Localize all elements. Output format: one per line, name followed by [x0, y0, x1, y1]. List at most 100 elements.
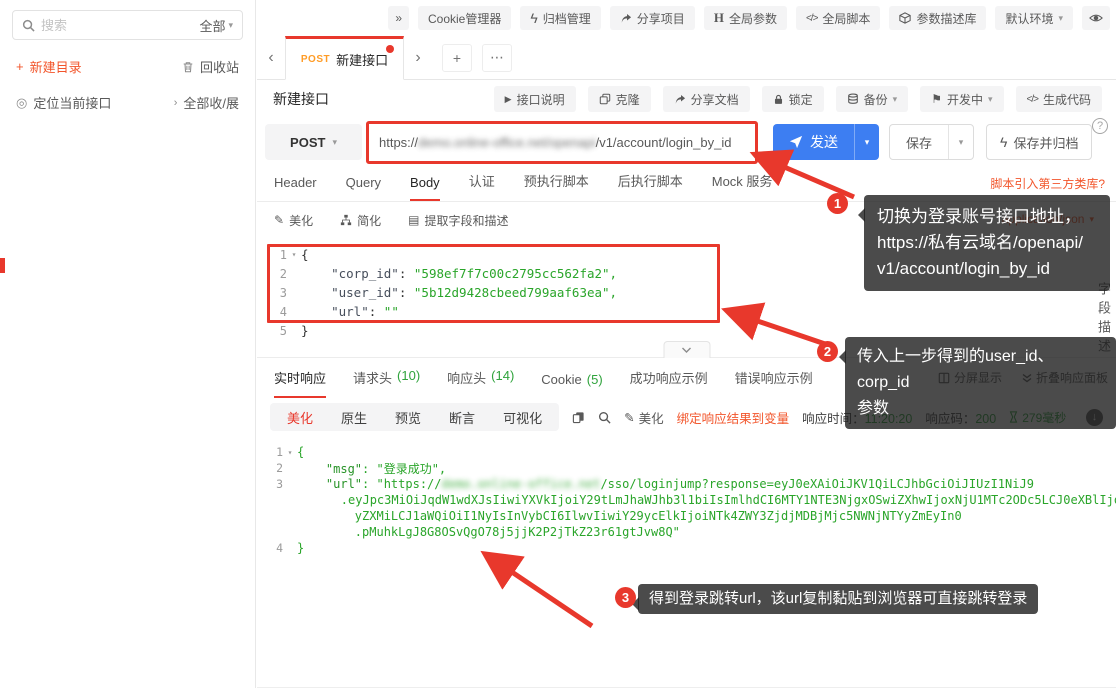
mode-beautify[interactable]: 美化 — [273, 408, 327, 427]
cookie-manager-button[interactable]: Cookie管理器 — [418, 6, 512, 30]
mode-assert[interactable]: 断言 — [435, 408, 489, 427]
tab-header[interactable]: Header — [274, 175, 317, 201]
simplify-button[interactable]: 简化 — [340, 212, 381, 229]
share-doc-button[interactable]: 分享文档 — [662, 86, 750, 112]
endpoint-title: 新建接口 — [273, 91, 329, 107]
default-env-dropdown[interactable]: 默认环境 ▾ — [995, 6, 1073, 30]
json-colon: : — [368, 304, 384, 319]
search-box[interactable]: 全部 ▾ — [12, 10, 243, 40]
mode-raw[interactable]: 原生 — [327, 408, 381, 427]
bind-response-to-variable-link[interactable]: 绑定响应结果到变量 — [677, 408, 790, 427]
chevron-right-icon: › — [173, 96, 178, 109]
global-script-label: 全局脚本 — [822, 11, 871, 26]
param-description-lib-button[interactable]: 参数描述库 — [889, 6, 987, 30]
tab-auth[interactable]: 认证 — [469, 171, 495, 201]
code-icon: </> — [1026, 93, 1040, 105]
search-input[interactable] — [41, 17, 194, 33]
chevron-left-icon: ‹ — [268, 48, 274, 66]
tab-body[interactable]: Body — [410, 175, 440, 201]
tab-request-headers[interactable]: 请求头 (10) — [353, 368, 420, 398]
url-input[interactable]: https://demo.online-office.net/openapi/v… — [366, 120, 758, 164]
tab-cookie[interactable]: Cookie (5) — [541, 372, 602, 398]
trash-icon — [182, 61, 194, 73]
line-number: 1 — [279, 247, 287, 262]
global-script-button[interactable]: </> 全局脚本 — [795, 6, 881, 30]
toolbar-more-button[interactable]: » — [388, 6, 409, 30]
extract-fields-button[interactable]: ▤ 提取字段和描述 — [408, 212, 508, 229]
generate-code-button[interactable]: </> 生成代码 — [1015, 86, 1102, 112]
share-icon — [620, 13, 632, 24]
fold-caret-icon[interactable]: ▾ — [287, 250, 301, 259]
recycle-bin-button[interactable]: 回收站 — [182, 57, 239, 76]
save-options-caret[interactable]: ▾ — [948, 125, 973, 159]
send-button[interactable]: 发送 ▾ — [773, 124, 879, 160]
tab-new-api[interactable]: POST 新建接口 — [285, 36, 404, 80]
line-number: 1 — [276, 445, 283, 459]
tab-success-example[interactable]: 成功响应示例 — [630, 368, 708, 398]
param-description-lib-label: 参数描述库 — [916, 11, 977, 26]
beautify-label: 美化 — [289, 213, 314, 228]
mode-preview[interactable]: 预览 — [381, 408, 435, 427]
tab-count: (10) — [397, 368, 421, 383]
tab-query[interactable]: Query — [346, 175, 381, 201]
tab-title: 新建接口 — [336, 52, 389, 68]
document-icon: ▤ — [408, 213, 420, 227]
archive-manager-button[interactable]: ϟ 归档管理 — [520, 6, 601, 30]
tab-response-headers[interactable]: 响应头 (14) — [447, 368, 514, 398]
json-value: /sso/loginjump?response=eyJ0eXAiOiJKV1Qi… — [600, 477, 1034, 491]
caret-down-icon: ▾ — [228, 19, 233, 30]
backup-dropdown[interactable]: 备份 ▾ — [835, 86, 909, 112]
dev-status-dropdown[interactable]: ⚑ 开发中 ▾ — [920, 86, 1004, 112]
help-icon[interactable]: ? — [1092, 118, 1108, 134]
save-and-archive-label: 保存并归档 — [1013, 135, 1079, 151]
save-button[interactable]: 保存 ▾ — [889, 124, 975, 160]
tab-realtime-response[interactable]: 实时响应 — [274, 368, 327, 398]
tab-mock-service[interactable]: Mock 服务 — [712, 171, 773, 201]
save-and-archive-button[interactable]: ϟ 保存并归档 — [986, 124, 1093, 160]
share-icon — [674, 94, 686, 105]
locate-current-api-button[interactable]: ◎ 定位当前接口 — [16, 93, 111, 112]
code-icon: </> — [805, 12, 819, 24]
search-icon[interactable] — [598, 411, 611, 424]
new-folder-button[interactable]: + 新建目录 — [16, 57, 82, 76]
tab-error-example[interactable]: 错误响应示例 — [735, 368, 813, 398]
share-doc-label: 分享文档 — [690, 92, 739, 107]
preview-eye-button[interactable] — [1082, 6, 1110, 30]
recycle-bin-label: 回收站 — [199, 60, 239, 75]
expand-collapse-all-button[interactable]: › 全部收/展 — [174, 93, 239, 112]
response-beautify-button[interactable]: ✎ 美化 — [624, 408, 664, 427]
copy-icon[interactable] — [572, 411, 585, 424]
tab-label: 实时响应 — [274, 371, 327, 386]
script-library-link[interactable]: 脚本引入第三方类库? — [990, 175, 1105, 192]
tab-scroll-right-button[interactable]: › — [404, 36, 432, 79]
request-bar: POST ▾ https://demo.online-office.net/op… — [257, 118, 1116, 166]
tab-pre-script[interactable]: 预执行脚本 — [524, 171, 589, 201]
mode-visualize[interactable]: 可视化 — [489, 408, 556, 427]
annotation-tooltip-1: 切换为登录账号接口地址， https://私有云域名/openapi/ v1/a… — [858, 195, 1110, 291]
search-scope-dropdown[interactable]: 全部 ▾ — [199, 16, 233, 35]
beautify-button[interactable]: ✎ 美化 — [274, 212, 313, 229]
new-tab-button[interactable]: + — [442, 43, 472, 72]
send-options-caret[interactable]: ▾ — [854, 124, 879, 160]
share-project-button[interactable]: 分享项目 — [609, 6, 695, 30]
line-number: 4 — [279, 304, 287, 319]
tab-post-script[interactable]: 后执行脚本 — [618, 171, 683, 201]
json-value: "https:// — [376, 477, 442, 491]
tab-more-button[interactable]: ⋯ — [482, 43, 512, 72]
eye-icon — [1089, 13, 1103, 23]
lock-button[interactable]: 锁定 — [761, 86, 824, 112]
global-params-button[interactable]: H 全局参数 — [703, 6, 787, 30]
code-line-wrap: .pMuhkLgJ8G8OSvQgO78j5jjK2P2jTkZ23r61gtJ… — [257, 524, 1116, 540]
caret-down-icon: ▾ — [332, 136, 337, 147]
api-description-button[interactable]: ▶ 接口说明 — [493, 86, 576, 112]
collapse-panel-button[interactable] — [663, 341, 710, 358]
tab-scroll-left-button[interactable]: ‹ — [257, 36, 285, 79]
json-key: "msg" — [325, 461, 363, 476]
tooltip-text: 参数 — [857, 400, 890, 417]
fold-caret-icon[interactable]: ▾ — [283, 448, 297, 457]
lock-label: 锁定 — [788, 92, 813, 107]
clone-button[interactable]: 克隆 — [587, 86, 651, 112]
json-colon: : — [362, 461, 377, 476]
method-select[interactable]: POST ▾ — [265, 124, 362, 160]
json-colon: : — [398, 285, 414, 300]
